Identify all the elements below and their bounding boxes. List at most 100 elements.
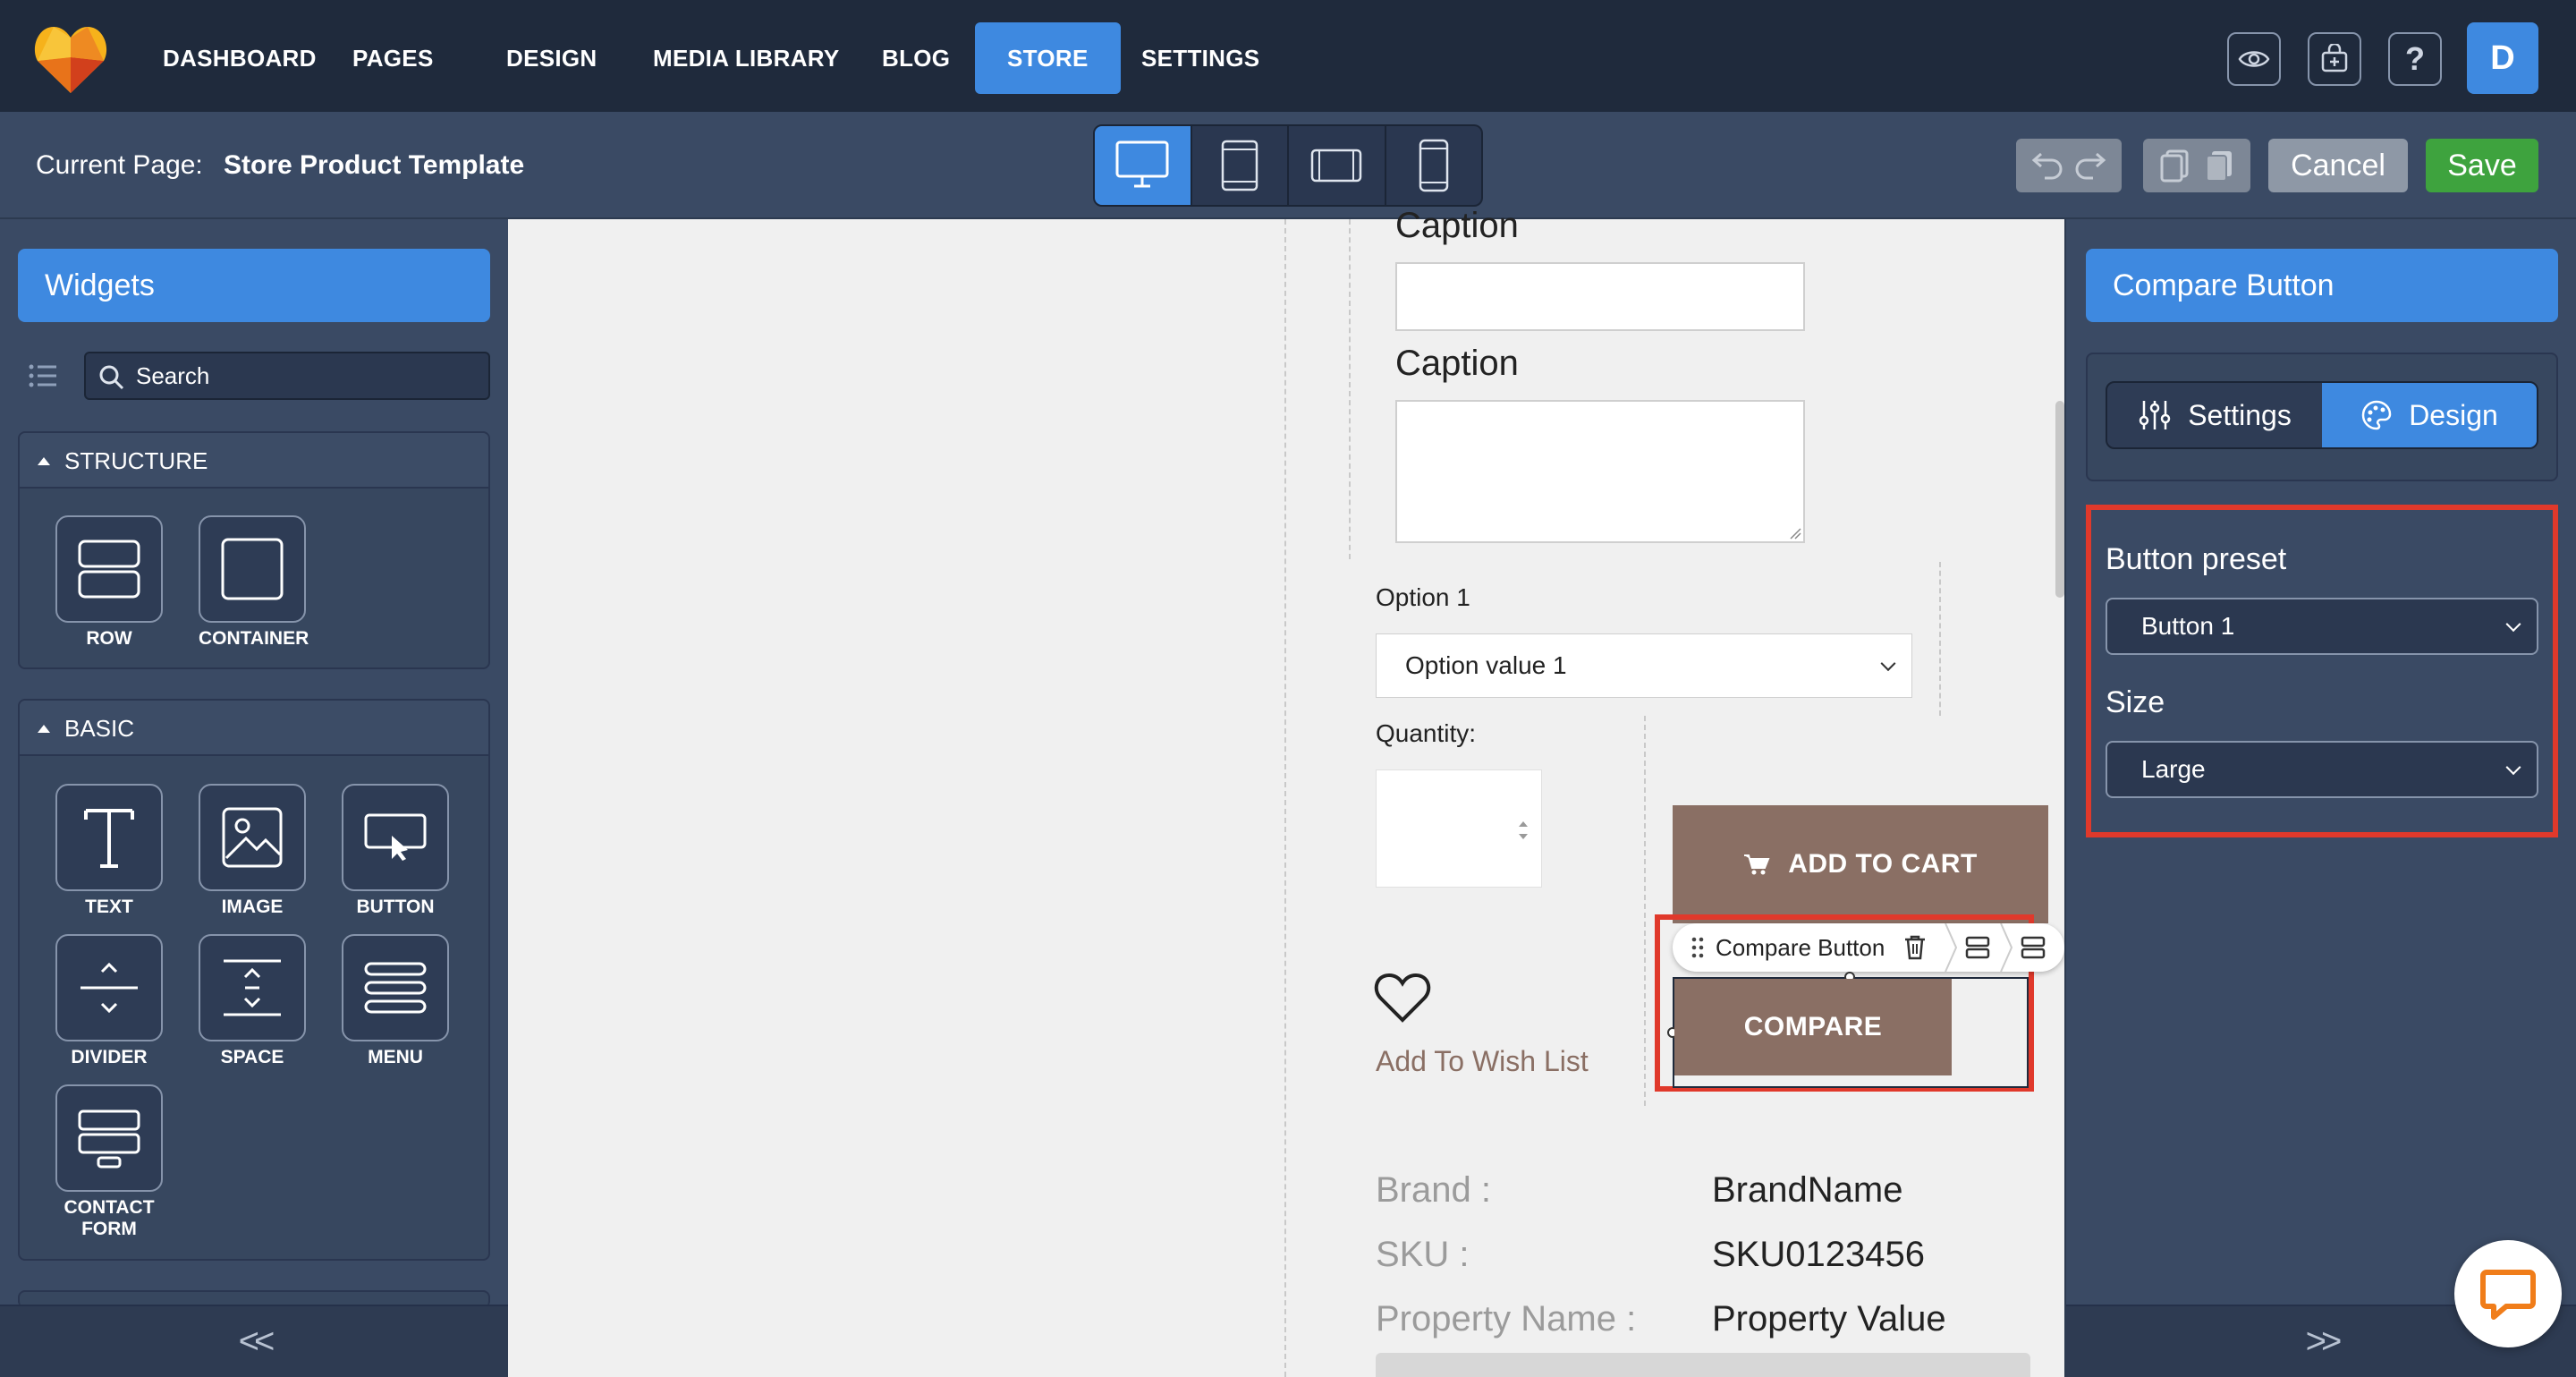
widget-space[interactable]: SPACE [199,934,306,1068]
spinner-icon [1519,821,1528,839]
widget-menu[interactable]: MENU [342,934,449,1068]
chat-widget-button[interactable] [2454,1240,2562,1347]
nav-dashboard[interactable]: DASHBOARD [163,0,317,112]
structure-section-header[interactable]: STRUCTURE [20,433,488,489]
heart-icon[interactable] [1374,972,1431,1024]
preview-button[interactable] [2227,32,2281,86]
palette-icon [2362,400,2392,430]
inspector-tabs: Settings Design [2106,381,2538,449]
resize-grip-icon [1790,528,1801,540]
description-area [1376,1353,2030,1377]
store-icon [2321,44,2348,72]
button-preset-label: Button preset [2106,542,2287,576]
caret-up-icon [38,457,50,465]
device-mobile-button[interactable] [1386,126,1482,205]
widget-container[interactable]: CONTAINER [199,515,309,650]
widget-button[interactable]: BUTTON [342,784,449,918]
spec-value-brand: BrandName [1712,1170,1903,1210]
logo-icon[interactable] [34,21,107,95]
top-navbar: DASHBOARD PAGES DESIGN MEDIA LIBRARY BLO… [0,0,2576,112]
structure-section-title: STRUCTURE [64,447,208,474]
device-switcher [1093,124,1483,207]
nav-pages[interactable]: PAGES [352,0,434,112]
widget-image[interactable]: IMAGE [199,784,306,918]
chevron-down-icon [1880,656,1896,672]
column-layout-icon[interactable] [2021,935,2046,960]
nav-blog[interactable]: BLOG [882,0,950,112]
help-button[interactable]: ? [2388,32,2442,86]
search-input[interactable] [136,353,476,398]
nav-media-library[interactable]: MEDIA LIBRARY [653,0,840,112]
copy-icon[interactable] [2158,149,2190,183]
column-guide [1939,562,1941,716]
collapse-left-button[interactable]: << [0,1305,508,1377]
widget-contact-form[interactable]: CONTACT FORM [55,1084,163,1240]
trash-icon[interactable] [1902,934,1928,961]
nav-settings[interactable]: SETTINGS [1141,0,1259,112]
search-icon [99,365,124,390]
element-toolbar: Compare Button [1673,923,2064,972]
tab-settings[interactable]: Settings [2107,383,2322,447]
device-tablet-portrait-button[interactable] [1192,126,1289,205]
basic-section-header[interactable]: BASIC [20,701,488,756]
option-select[interactable]: Option value 1 [1376,633,1912,698]
compare-button[interactable]: COMPARE [1674,979,1952,1075]
chat-icon [2480,1270,2536,1320]
caption-label-2: Caption [1395,344,1519,383]
add-to-wishlist-link[interactable]: Add To Wish List [1376,1045,1589,1078]
option-select-value: Option value 1 [1405,651,1567,679]
caption-textarea-2[interactable] [1395,400,1805,543]
size-select[interactable]: Large [2106,741,2538,798]
widget-menu-label: MENU [368,1047,423,1067]
clipboard-group [2143,139,2250,192]
widget-text-label: TEXT [85,897,133,917]
add-to-cart-label: ADD TO CART [1788,849,1978,879]
redo-icon[interactable] [2073,151,2109,180]
caption-input-1[interactable] [1395,262,1805,331]
device-tablet-landscape-button[interactable] [1289,126,1386,205]
tab-settings-label: Settings [2188,398,2292,431]
undo-icon[interactable] [2029,151,2064,180]
row-layout-icon[interactable] [1965,935,1990,960]
drag-handle-icon[interactable] [1690,936,1705,959]
widget-text[interactable]: TEXT [55,784,163,918]
save-button[interactable]: Save [2426,139,2538,192]
canvas-scrollbar[interactable] [2055,401,2064,598]
avatar[interactable]: D [2467,22,2538,94]
image-icon [222,807,283,868]
button-preset-select[interactable]: Button 1 [2106,598,2538,655]
widget-row[interactable]: ROW [55,515,163,650]
nav-design[interactable]: DESIGN [506,0,597,112]
store-button[interactable] [2308,32,2361,86]
device-desktop-button[interactable] [1095,126,1192,205]
cart-icon [1744,854,1770,875]
toolbar-separator-icon [1945,923,1958,972]
list-view-icon[interactable] [29,363,57,388]
sliders-icon [2139,401,2171,429]
size-label: Size [2106,685,2165,719]
spec-key-brand: Brand : [1376,1170,1491,1210]
mobile-icon [1419,139,1448,192]
basic-section-title: BASIC [64,715,135,742]
tab-design[interactable]: Design [2322,383,2537,447]
paste-icon[interactable] [2203,149,2235,183]
menu-icon [364,962,427,1014]
nav-store[interactable]: STORE [975,22,1121,94]
container-icon [221,538,284,600]
quantity-stepper[interactable] [1376,769,1542,888]
toolbar-separator-icon [2000,923,2013,972]
spec-value-property: Property Value [1712,1299,1946,1339]
widget-divider[interactable]: DIVIDER [55,934,163,1068]
tablet-landscape-icon [1311,149,1362,183]
space-icon [224,959,281,1016]
cancel-button[interactable]: Cancel [2268,139,2408,192]
element-toolbar-label: Compare Button [1716,933,1885,961]
widget-contact-form-label: CONTACT FORM [64,1197,155,1239]
tablet-portrait-icon [1221,140,1258,191]
history-group [2016,139,2122,192]
chevron-down-icon [2505,760,2521,776]
divider-icon [80,962,138,1014]
caption-label-1: Caption [1395,206,1519,245]
option-label: Option 1 [1376,583,1470,611]
add-to-cart-button[interactable]: ADD TO CART [1673,805,2048,923]
